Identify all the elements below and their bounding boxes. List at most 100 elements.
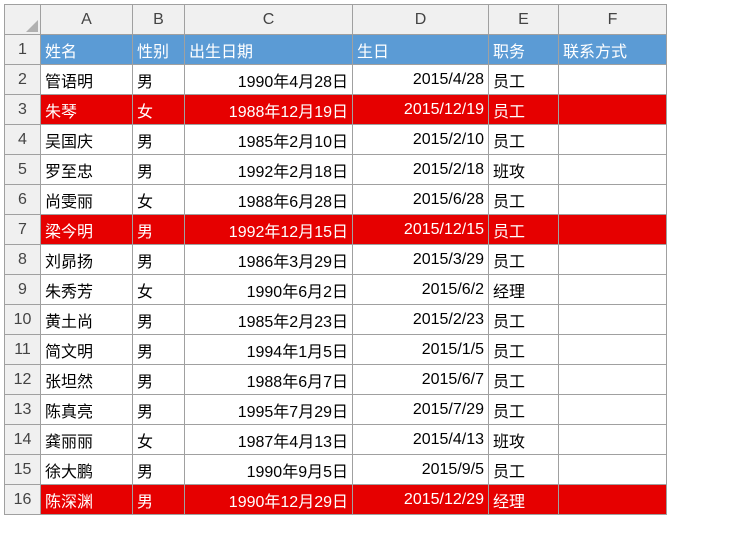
cell-birthdate[interactable]: 1992年2月18日 — [185, 155, 353, 185]
cell-name[interactable]: 黄土尚 — [41, 305, 133, 335]
cell-position[interactable]: 班攻 — [489, 425, 559, 455]
row-header-10[interactable]: 10 — [5, 305, 41, 335]
cell-name[interactable]: 罗至忠 — [41, 155, 133, 185]
cell-gender[interactable]: 女 — [133, 185, 185, 215]
row-header-8[interactable]: 8 — [5, 245, 41, 275]
cell-gender[interactable]: 男 — [133, 305, 185, 335]
cell-birthdate[interactable]: 1992年12月15日 — [185, 215, 353, 245]
cell-birthday[interactable]: 2015/9/5 — [353, 455, 489, 485]
cell-birthdate[interactable]: 1985年2月10日 — [185, 125, 353, 155]
cell-name[interactable]: 张坦然 — [41, 365, 133, 395]
cell-birthdate[interactable]: 1994年1月5日 — [185, 335, 353, 365]
cell-name[interactable]: 管语明 — [41, 65, 133, 95]
cell-position[interactable]: 员工 — [489, 245, 559, 275]
cell-birthdate[interactable]: 1990年12月29日 — [185, 485, 353, 515]
cell-contact[interactable] — [559, 245, 667, 275]
col-header-B[interactable]: B — [133, 5, 185, 35]
cell-contact[interactable] — [559, 95, 667, 125]
cell-name[interactable]: 刘昴扬 — [41, 245, 133, 275]
cell-name[interactable]: 吴国庆 — [41, 125, 133, 155]
cell-position[interactable]: 员工 — [489, 215, 559, 245]
col-header-A[interactable]: A — [41, 5, 133, 35]
cell-contact[interactable] — [559, 395, 667, 425]
cell-birthday[interactable]: 2015/2/23 — [353, 305, 489, 335]
cell-birthdate[interactable]: 1986年3月29日 — [185, 245, 353, 275]
cell-name[interactable]: 徐大鹏 — [41, 455, 133, 485]
cell-name[interactable]: 朱秀芳 — [41, 275, 133, 305]
cell-gender[interactable]: 男 — [133, 335, 185, 365]
cell-contact[interactable] — [559, 155, 667, 185]
cell-birthday[interactable]: 2015/3/29 — [353, 245, 489, 275]
cell-birthday[interactable]: 2015/12/19 — [353, 95, 489, 125]
cell-position[interactable]: 经理 — [489, 485, 559, 515]
cell-position[interactable]: 员工 — [489, 305, 559, 335]
row-header-14[interactable]: 14 — [5, 425, 41, 455]
cell-name[interactable]: 朱琴 — [41, 95, 133, 125]
cell-contact[interactable] — [559, 65, 667, 95]
cell-birthday[interactable]: 2015/7/29 — [353, 395, 489, 425]
select-all-corner[interactable] — [5, 5, 41, 35]
header-cell-gender[interactable]: 性别 — [133, 35, 185, 65]
cell-gender[interactable]: 女 — [133, 95, 185, 125]
cell-birthdate[interactable]: 1987年4月13日 — [185, 425, 353, 455]
cell-gender[interactable]: 女 — [133, 275, 185, 305]
cell-name[interactable]: 龚丽丽 — [41, 425, 133, 455]
header-cell-birthday[interactable]: 生日 — [353, 35, 489, 65]
cell-birthday[interactable]: 2015/4/13 — [353, 425, 489, 455]
cell-birthday[interactable]: 2015/2/18 — [353, 155, 489, 185]
cell-position[interactable]: 员工 — [489, 95, 559, 125]
cell-gender[interactable]: 男 — [133, 245, 185, 275]
cell-gender[interactable]: 男 — [133, 485, 185, 515]
cell-name[interactable]: 简文明 — [41, 335, 133, 365]
cell-gender[interactable]: 男 — [133, 215, 185, 245]
cell-position[interactable]: 员工 — [489, 335, 559, 365]
cell-birthdate[interactable]: 1990年4月28日 — [185, 65, 353, 95]
row-header-1[interactable]: 1 — [5, 35, 41, 65]
cell-position[interactable]: 员工 — [489, 455, 559, 485]
cell-birthday[interactable]: 2015/6/28 — [353, 185, 489, 215]
cell-name[interactable]: 陈真亮 — [41, 395, 133, 425]
header-cell-position[interactable]: 职务 — [489, 35, 559, 65]
header-cell-name[interactable]: 姓名 — [41, 35, 133, 65]
cell-position[interactable]: 员工 — [489, 125, 559, 155]
cell-contact[interactable] — [559, 185, 667, 215]
cell-birthdate[interactable]: 1988年6月28日 — [185, 185, 353, 215]
row-header-16[interactable]: 16 — [5, 485, 41, 515]
row-header-11[interactable]: 11 — [5, 335, 41, 365]
cell-gender[interactable]: 男 — [133, 365, 185, 395]
cell-birthday[interactable]: 2015/6/2 — [353, 275, 489, 305]
header-cell-birthdate[interactable]: 出生日期 — [185, 35, 353, 65]
cell-birthdate[interactable]: 1990年6月2日 — [185, 275, 353, 305]
cell-gender[interactable]: 男 — [133, 125, 185, 155]
cell-position[interactable]: 班攻 — [489, 155, 559, 185]
col-header-E[interactable]: E — [489, 5, 559, 35]
cell-birthday[interactable]: 2015/2/10 — [353, 125, 489, 155]
cell-contact[interactable] — [559, 335, 667, 365]
cell-position[interactable]: 员工 — [489, 65, 559, 95]
row-header-13[interactable]: 13 — [5, 395, 41, 425]
cell-position[interactable]: 员工 — [489, 365, 559, 395]
row-header-9[interactable]: 9 — [5, 275, 41, 305]
cell-gender[interactable]: 男 — [133, 395, 185, 425]
cell-birthdate[interactable]: 1988年12月19日 — [185, 95, 353, 125]
cell-gender[interactable]: 男 — [133, 155, 185, 185]
cell-contact[interactable] — [559, 425, 667, 455]
cell-birthdate[interactable]: 1995年7月29日 — [185, 395, 353, 425]
cell-position[interactable]: 员工 — [489, 395, 559, 425]
col-header-F[interactable]: F — [559, 5, 667, 35]
cell-gender[interactable]: 男 — [133, 65, 185, 95]
cell-name[interactable]: 尚雯丽 — [41, 185, 133, 215]
cell-contact[interactable] — [559, 275, 667, 305]
cell-birthdate[interactable]: 1988年6月7日 — [185, 365, 353, 395]
cell-contact[interactable] — [559, 365, 667, 395]
cell-contact[interactable] — [559, 455, 667, 485]
cell-position[interactable]: 经理 — [489, 275, 559, 305]
row-header-3[interactable]: 3 — [5, 95, 41, 125]
cell-contact[interactable] — [559, 215, 667, 245]
cell-gender[interactable]: 男 — [133, 455, 185, 485]
cell-birthday[interactable]: 2015/6/7 — [353, 365, 489, 395]
col-header-C[interactable]: C — [185, 5, 353, 35]
row-header-15[interactable]: 15 — [5, 455, 41, 485]
cell-birthdate[interactable]: 1990年9月5日 — [185, 455, 353, 485]
cell-name[interactable]: 陈深渊 — [41, 485, 133, 515]
